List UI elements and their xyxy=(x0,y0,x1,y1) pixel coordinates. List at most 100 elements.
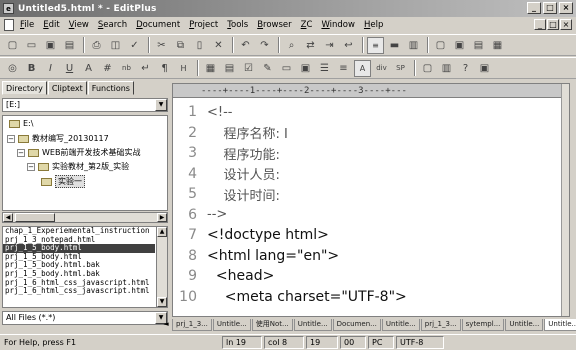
delete-icon[interactable]: ✕ xyxy=(210,37,227,54)
doc-tab[interactable]: 使用Not... xyxy=(251,319,293,331)
tree-item-selected[interactable]: 实验一 xyxy=(41,175,85,188)
doc-tab[interactable]: prj_1_3... xyxy=(172,319,212,331)
scroll-up-icon[interactable]: ▲ xyxy=(157,227,167,237)
ruler-icon[interactable]: ▬ xyxy=(386,37,403,54)
document-icon[interactable] xyxy=(4,19,14,31)
column-icon[interactable]: ▥ xyxy=(405,37,422,54)
file-filter-select[interactable]: All Files (*.*) ▼ xyxy=(2,311,168,325)
find-icon[interactable]: ⌕ xyxy=(283,37,300,54)
editor-vertical-scrollbar[interactable] xyxy=(561,84,569,316)
copy-icon[interactable]: ⧉ xyxy=(172,37,189,54)
doc-tab[interactable]: Untitle... xyxy=(505,319,544,331)
checkbox-icon[interactable]: ☑ xyxy=(240,60,257,77)
code-line[interactable]: 8 <html lang="en"> xyxy=(173,246,563,267)
heading-icon[interactable]: H xyxy=(175,60,192,77)
menu-search[interactable]: Search xyxy=(98,20,127,30)
menu-document[interactable]: Document xyxy=(136,20,180,30)
menu-project[interactable]: Project xyxy=(189,20,218,30)
doc-tab[interactable]: Untitle... xyxy=(212,319,251,331)
tree-item[interactable]: − 实验教材_第2版_实验 xyxy=(27,161,129,172)
save-all-icon[interactable]: ▤ xyxy=(61,37,78,54)
save-icon[interactable]: ▣ xyxy=(42,37,59,54)
list-icon[interactable]: ▤ xyxy=(221,60,238,77)
code-area[interactable]: 1 <!-- 2 程序名称: I 3 程序功能: 4 设计人员: 5 设计时间: … xyxy=(173,102,563,307)
word-wrap-icon[interactable]: ↩ xyxy=(340,37,357,54)
code-line[interactable]: 6 --> xyxy=(173,205,563,226)
code-line[interactable]: 5 设计时间: xyxy=(173,184,563,205)
doc-minimize-button[interactable]: _ xyxy=(534,19,546,30)
redo-icon[interactable]: ↷ xyxy=(256,37,273,54)
tree-item[interactable]: E:\ xyxy=(9,119,33,128)
menu-help[interactable]: Help xyxy=(364,20,383,30)
print-icon[interactable]: ⎙ xyxy=(88,37,105,54)
doc-tab-active[interactable]: Untitle... xyxy=(544,319,576,331)
horizontal-rule-icon[interactable]: ≡ xyxy=(335,60,352,77)
code-line[interactable]: 7 <!doctype html> xyxy=(173,225,563,246)
code-line[interactable]: 4 设计人员: xyxy=(173,164,563,185)
tab-functions[interactable]: Functions xyxy=(87,81,134,95)
file-item[interactable]: prj_1_5_body.html.bak xyxy=(3,270,155,279)
title-bar[interactable]: e Untitled5.html * - EditPlus _ □ × xyxy=(0,0,576,17)
code-line[interactable]: 1 <!-- xyxy=(173,102,563,123)
bold-icon[interactable]: B xyxy=(23,60,40,77)
frame-icon[interactable]: ▥ xyxy=(438,60,455,77)
underline-icon[interactable]: U xyxy=(61,60,78,77)
replace-icon[interactable]: ⇄ xyxy=(302,37,319,54)
doc-tabs-scroll-icon[interactable]: ◄ xyxy=(160,319,172,331)
collapse-icon[interactable]: − xyxy=(27,162,35,171)
scroll-down-icon[interactable]: ▼ xyxy=(157,297,167,307)
drive-select[interactable]: [E:] ▼ xyxy=(2,98,168,112)
anchor-icon[interactable]: A xyxy=(354,59,371,77)
doc-tab[interactable]: Untitle... xyxy=(293,319,332,331)
table-icon[interactable]: ▦ xyxy=(202,60,219,77)
paste-icon[interactable]: ▯ xyxy=(191,37,208,54)
file-item[interactable]: prj_1_6_html_css_javascript.html xyxy=(3,279,155,288)
menu-file[interactable]: File xyxy=(20,20,34,30)
open-icon[interactable]: ▭ xyxy=(23,37,40,54)
collapse-icon[interactable]: − xyxy=(7,134,15,143)
menu-list-icon[interactable]: ☰ xyxy=(316,60,333,77)
code-line[interactable]: 3 程序功能: xyxy=(173,143,563,164)
edit-icon[interactable]: ✎ xyxy=(259,60,276,77)
scroll-thumb[interactable] xyxy=(15,213,55,222)
nbsp-icon[interactable]: nb xyxy=(118,60,135,77)
file-item[interactable]: prj_1_5_body.html.bak xyxy=(3,261,155,270)
menu-edit[interactable]: Edit xyxy=(43,20,59,30)
chevron-down-icon[interactable]: ▼ xyxy=(155,99,167,111)
functions-icon[interactable]: ▦ xyxy=(489,37,506,54)
code-line[interactable]: 10 <meta charset="UTF-8"> xyxy=(173,287,563,308)
code-line[interactable]: 2 程序名称: I xyxy=(173,123,563,144)
code-line[interactable]: 9 <head> xyxy=(173,266,563,287)
help-icon[interactable]: ? xyxy=(457,60,474,77)
file-item[interactable]: chap_1_Experiemental_instruction xyxy=(3,227,155,236)
directory-icon[interactable]: ▣ xyxy=(451,37,468,54)
spellcheck-icon[interactable]: ✓ xyxy=(126,37,143,54)
doc-tab[interactable]: Untitle... xyxy=(381,319,420,331)
paragraph-icon[interactable]: ¶ xyxy=(156,60,173,77)
file-item[interactable]: prj_1_5_body.html xyxy=(3,253,155,262)
scroll-right-icon[interactable]: ▶ xyxy=(157,213,167,222)
menu-tools[interactable]: Tools xyxy=(227,20,248,30)
menu-zc[interactable]: ZC xyxy=(301,20,313,30)
print-preview-icon[interactable]: ◫ xyxy=(107,37,124,54)
window-icon[interactable]: ▢ xyxy=(432,37,449,54)
tab-directory[interactable]: Directory xyxy=(2,81,47,95)
menu-view[interactable]: View xyxy=(69,20,89,30)
file-list-scrollbar[interactable]: ▲ ▼ xyxy=(156,227,167,307)
doc-tab[interactable]: sytempl... xyxy=(461,319,505,331)
line-number-icon[interactable]: ≡ xyxy=(367,36,384,54)
browser-preview-icon[interactable]: ◎ xyxy=(4,60,21,77)
form-icon[interactable]: ▣ xyxy=(297,60,314,77)
file-item-selected[interactable]: prj_1_5_body.html xyxy=(3,244,155,253)
scroll-left-icon[interactable]: ◀ xyxy=(3,213,13,222)
preview-icon[interactable]: ▣ xyxy=(476,60,493,77)
tree-item[interactable]: − 教材编写_20130117 xyxy=(7,133,109,144)
italic-icon[interactable]: I xyxy=(42,60,59,77)
doc-close-button[interactable]: × xyxy=(560,19,572,30)
cliptext-icon[interactable]: ▤ xyxy=(470,37,487,54)
close-button[interactable]: × xyxy=(559,2,573,14)
cut-icon[interactable]: ✂ xyxy=(153,37,170,54)
line-break-icon[interactable]: ↵ xyxy=(137,60,154,77)
maximize-button[interactable]: □ xyxy=(543,2,557,14)
undo-icon[interactable]: ↶ xyxy=(237,37,254,54)
